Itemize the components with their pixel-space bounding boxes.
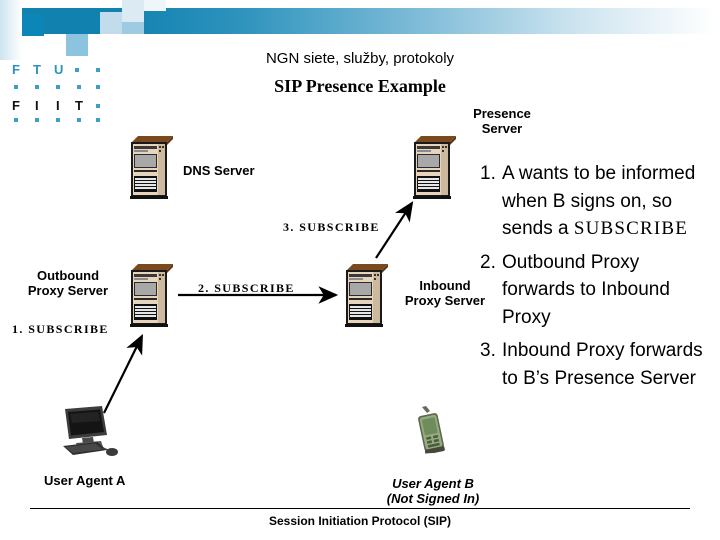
explanation-item-2-text: Outbound Proxy forwards to Inbound Proxy	[502, 251, 670, 328]
explanation-item-1-method: SUBSCRIBE	[573, 218, 689, 240]
footer-divider	[30, 508, 690, 509]
explanation-item-3-text: Inbound Proxy forwards to B’s Presence S…	[502, 340, 703, 389]
message-label-3: 3. SUBSCRIBE	[283, 220, 380, 234]
footer-label: Session Initiation Protocol (SIP)	[268, 514, 451, 528]
explanation-item-1-text: A wants to be informed when B signs on, …	[502, 160, 716, 243]
slide-canvas: F T U F I I T NGN siete, služby, protoko…	[0, 0, 720, 540]
explanation-item-1-number: 1.	[480, 163, 496, 184]
explanation-item-3-number: 3.	[480, 340, 496, 362]
explanation-item-2-number: 2.	[480, 251, 496, 273]
explanation-item-2: 2. Outbound Proxy forwards to Inbound Pr…	[480, 249, 716, 332]
message-label-2: 2. SUBSCRIBE	[198, 281, 295, 295]
explanation-item-1: 1. A wants to be informed when B signs o…	[480, 160, 716, 243]
explanation-item-3: 3. Inbound Proxy forwards to B’s Presenc…	[480, 337, 716, 392]
message-label-1: 1. SUBSCRIBE	[12, 322, 109, 336]
explanation-list: 1. A wants to be informed when B signs o…	[480, 160, 716, 394]
